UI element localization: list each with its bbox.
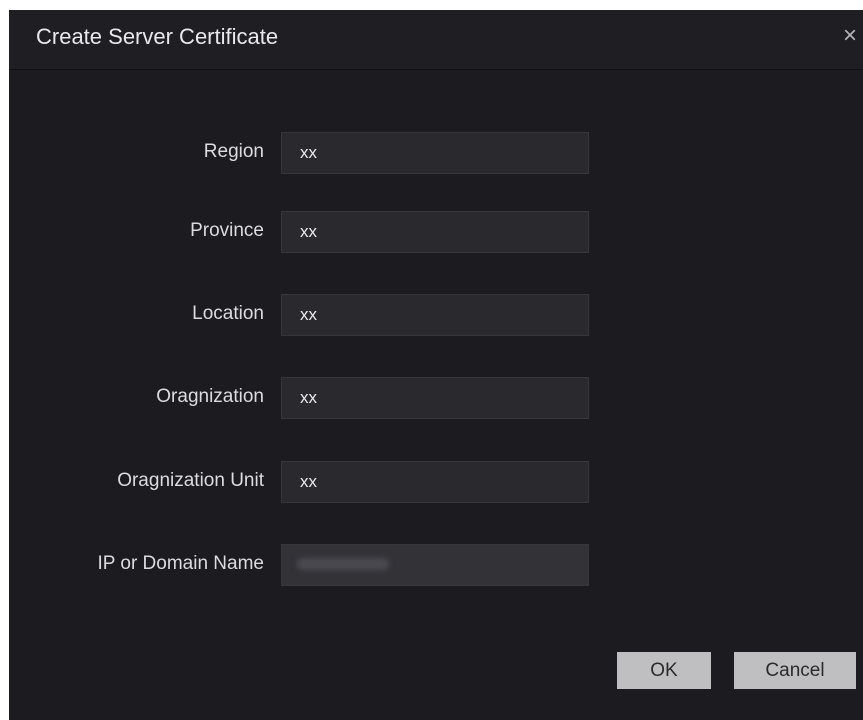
organization-unit-input[interactable] [281, 461, 589, 503]
ok-button[interactable]: OK [617, 652, 711, 689]
organization-row: Oragnization [9, 377, 863, 419]
organization-unit-row: Oragnization Unit [9, 461, 863, 503]
create-server-certificate-dialog: Create Server Certificate × Region Provi… [9, 10, 863, 720]
dialog-title: Create Server Certificate [36, 24, 279, 49]
province-input[interactable] [281, 211, 589, 253]
region-row: Region [9, 132, 863, 174]
dialog-titlebar: Create Server Certificate × [9, 10, 863, 70]
ip-domain-row: IP or Domain Name [9, 544, 863, 586]
region-input[interactable] [281, 132, 589, 174]
province-label: Province [190, 220, 264, 241]
close-icon[interactable]: × [843, 22, 863, 50]
cancel-button[interactable]: Cancel [734, 652, 856, 689]
organization-input[interactable] [281, 377, 589, 419]
location-input[interactable] [281, 294, 589, 336]
ip-domain-label: IP or Domain Name [97, 553, 265, 574]
region-label: Region [203, 141, 264, 162]
province-row: Province [9, 211, 863, 253]
location-label: Location [192, 303, 264, 324]
location-row: Location [9, 294, 863, 336]
redacted-ip-value [297, 558, 389, 570]
organization-label: Oragnization [156, 386, 264, 407]
organization-unit-label: Oragnization Unit [117, 470, 264, 491]
